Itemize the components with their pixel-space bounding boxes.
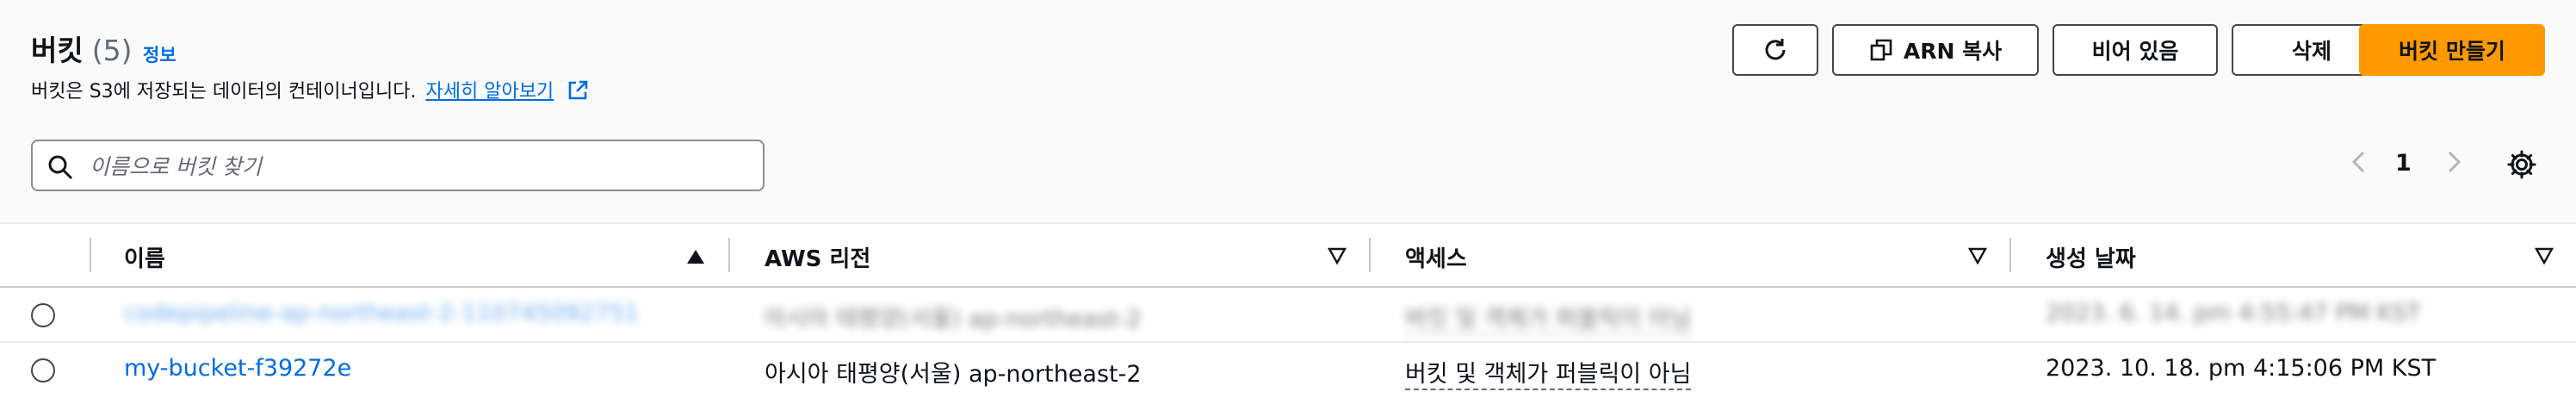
create-bucket-button[interactable]: 버킷 만들기 [2359, 24, 2545, 76]
search-icon [48, 155, 73, 180]
sort-descending-icon[interactable] [2535, 246, 2554, 265]
sort-ascending-icon[interactable] [685, 246, 706, 267]
page-description: 버킷은 S3에 저장되는 데이터의 컨테이너입니다. 자세히 알아보기 [31, 76, 589, 103]
table-row: my-bucket-f39272e 아시아 태평양(서울) ap-northea… [0, 343, 2576, 398]
current-page-number[interactable]: 1 [2395, 150, 2412, 177]
page-title: 버킷 (5) [31, 34, 133, 67]
page-header: 버킷 (5) 정보 버킷은 S3에 저장되는 데이터의 컨테이너입니다. 자세히 … [0, 0, 2576, 222]
next-page-icon[interactable] [2440, 148, 2468, 176]
bucket-name-link[interactable]: my-bucket-f39272e [124, 355, 351, 382]
gear-icon[interactable] [2505, 148, 2538, 181]
refresh-button[interactable] [1732, 24, 1818, 76]
sort-descending-icon[interactable] [1328, 246, 1347, 265]
column-separator [90, 238, 91, 272]
column-header-created[interactable]: 생성 날짜 [2046, 241, 2136, 273]
search-box[interactable] [31, 140, 765, 191]
column-header-region[interactable]: AWS 리전 [765, 241, 870, 273]
column-header-name[interactable]: 이름 [124, 241, 165, 273]
empty-bucket-button[interactable]: 비어 있음 [2053, 24, 2218, 76]
info-link[interactable]: 정보 [143, 41, 176, 67]
row-select-radio[interactable] [31, 358, 55, 382]
bucket-count: (5) [91, 34, 133, 67]
bucket-region: 아시아 태평양(서울) ap-northeast-2 [765, 306, 1142, 333]
table-row: codepipeline-ap-northeast-2-110745092751… [0, 288, 2576, 343]
table-header: 이름 AWS 리전 액세스 생성 날짜 [0, 222, 2576, 288]
external-link-icon[interactable] [567, 79, 589, 102]
bucket-name-link[interactable]: codepipeline-ap-northeast-2-110745092751 [124, 300, 639, 326]
search-input[interactable] [88, 148, 746, 184]
bucket-access: 버킷 및 객체가 퍼블릭이 아님 [1405, 300, 1692, 335]
column-separator[interactable] [2009, 238, 2011, 272]
bucket-access[interactable]: 버킷 및 객체가 퍼블릭이 아님 [1405, 355, 1692, 390]
column-separator[interactable] [1369, 238, 1371, 272]
copy-icon [1870, 39, 1892, 61]
copy-arn-button[interactable]: ARN 복사 [1832, 24, 2039, 76]
column-header-access[interactable]: 액세스 [1405, 241, 1467, 273]
refresh-icon [1765, 39, 1786, 60]
column-separator[interactable] [728, 238, 730, 272]
learn-more-link[interactable]: 자세히 알아보기 [426, 81, 554, 103]
bucket-created-date: 2023. 10. 18. pm 4:15:06 PM KST [2046, 355, 2437, 382]
bucket-region: 아시아 태평양(서울) ap-northeast-2 [765, 361, 1142, 388]
row-select-radio[interactable] [31, 303, 55, 327]
previous-page-icon[interactable] [2345, 148, 2373, 176]
sort-descending-icon[interactable] [1968, 246, 1987, 265]
bucket-created-date: 2023. 6. 14. pm 4:55:47 PM KST [2046, 300, 2421, 326]
